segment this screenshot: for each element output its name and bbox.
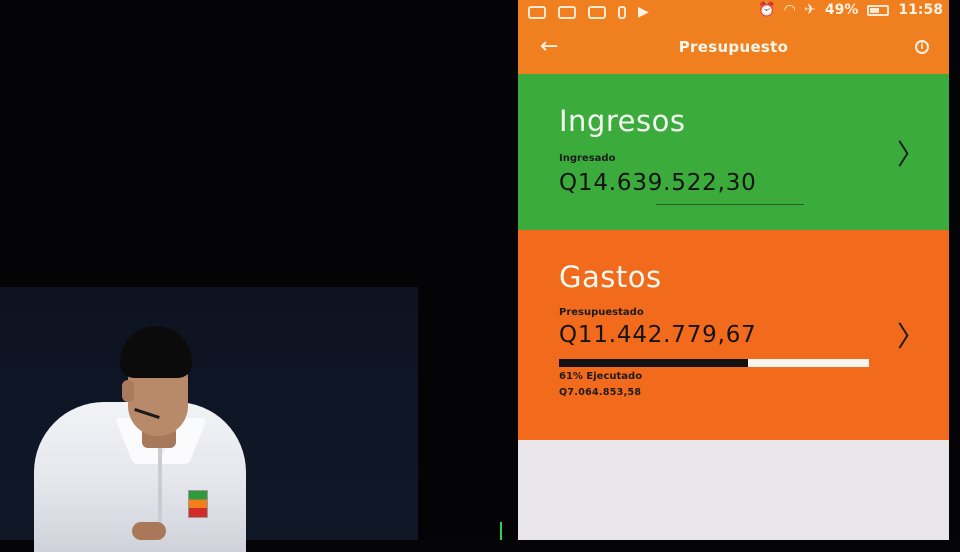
empty-card — [518, 440, 949, 540]
voicemail-icon — [588, 5, 606, 19]
chevron-right-icon[interactable]: 〉 — [897, 322, 925, 352]
status-icons-left: ▶ — [528, 3, 649, 21]
alarm-icon: ⏰ — [757, 2, 776, 18]
chevron-right-icon[interactable]: 〉 — [897, 140, 925, 170]
airplane-icon: ✈ — [804, 2, 816, 18]
play-store-icon: ▶ — [638, 4, 649, 20]
executed-amount: Q7.064.853,58 — [559, 387, 642, 398]
executed-label: 61% Ejecutado — [559, 371, 643, 382]
battery-icon — [867, 4, 890, 16]
ingresos-title: Ingresos — [559, 104, 686, 138]
status-icons-right: ⏰ ◠ ✈ 49% 11:58 — [758, 1, 943, 19]
ingresado-label: Ingresado — [559, 153, 616, 164]
presenter-ear — [122, 380, 134, 402]
presenter-logo-patch — [188, 490, 208, 518]
app-bar: ← Presupuesto i — [518, 22, 949, 74]
amount-underline — [656, 204, 804, 205]
ingresado-amount: Q14.639.522,30 — [559, 170, 757, 196]
usb-icon — [618, 5, 626, 19]
presenter-hand — [132, 522, 166, 540]
gastos-title: Gastos — [559, 260, 662, 294]
projected-phone-screen: ▶ ⏰ ◠ ✈ 49% 11:58 ← Presupuesto i Ingres… — [518, 0, 949, 540]
stage-light — [500, 522, 502, 540]
ingresos-card[interactable]: Ingresos Ingresado Q14.639.522,30 〉 — [518, 74, 949, 232]
presupuestado-label: Presupuestado — [559, 307, 644, 318]
notification-icon — [528, 5, 546, 19]
message-icon — [558, 5, 576, 19]
clock: 11:58 — [898, 2, 943, 18]
status-bar: ▶ ⏰ ◠ ✈ 49% 11:58 — [518, 0, 949, 22]
execution-progress-fill — [559, 359, 749, 367]
page-title: Presupuesto — [678, 38, 789, 56]
presupuestado-amount: Q11.442.779,67 — [559, 322, 757, 348]
presenter — [28, 322, 250, 552]
presenter-hair — [120, 326, 192, 378]
battery-percent: 49% — [824, 2, 859, 18]
gastos-card[interactable]: Gastos Presupuestado Q11.442.779,67 〉 61… — [518, 230, 949, 440]
execution-progress-bar — [559, 359, 869, 367]
info-icon[interactable]: i — [915, 40, 929, 54]
wifi-icon: ◠ — [784, 2, 796, 18]
